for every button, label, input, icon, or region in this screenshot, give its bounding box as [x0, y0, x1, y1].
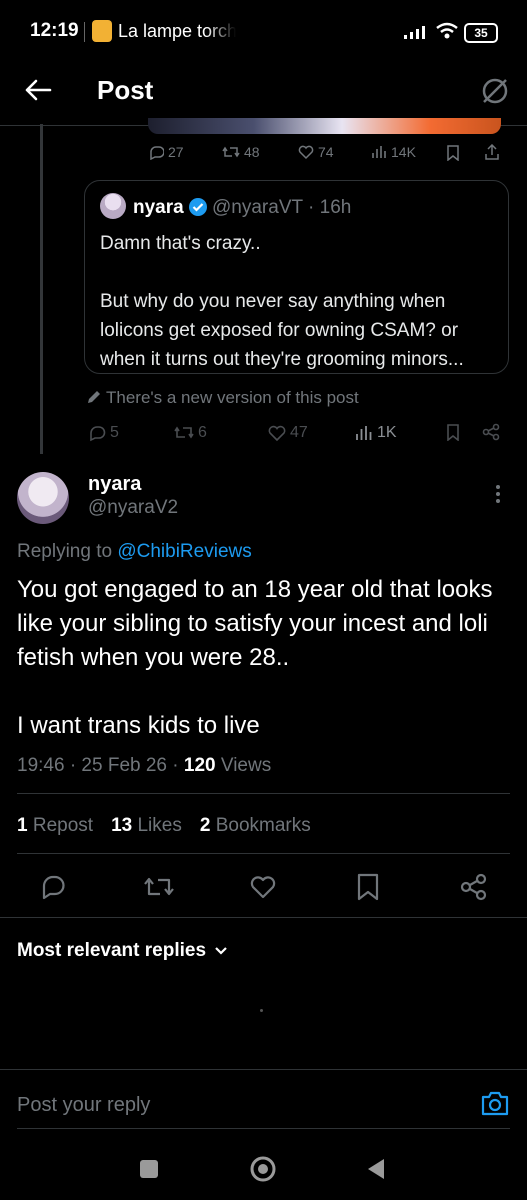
more-options-icon[interactable]: [494, 484, 502, 504]
quoted-reply-count: 5: [110, 424, 119, 441]
verified-badge-icon: [189, 198, 207, 216]
heart-icon: [268, 425, 286, 442]
divider: [17, 1128, 510, 1129]
divider: [0, 1069, 527, 1070]
quoted-repost-count: 6: [198, 424, 207, 441]
like-icon[interactable]: [249, 873, 277, 901]
back-arrow-icon[interactable]: [24, 78, 52, 102]
share-icon[interactable]: [484, 144, 500, 160]
parent-post-image[interactable]: [148, 118, 501, 134]
bookmark-icon[interactable]: [356, 873, 380, 901]
quoted-handle-time: @nyaraVT · 16h: [212, 197, 352, 218]
thread-line: [40, 124, 43, 454]
reply-icon: [90, 426, 106, 442]
post-views-label: Views: [215, 755, 272, 776]
edit-pencil-icon: [88, 391, 100, 403]
status-time: 12:19: [30, 20, 79, 41]
quoted-author-name[interactable]: nyara: [133, 197, 184, 219]
quoted-post-text: Damn that's crazy.. But why do you never…: [100, 233, 464, 370]
signal-icon: [404, 26, 425, 39]
page-title: Post: [97, 75, 154, 105]
quoted-reply-stat[interactable]: 5: [88, 424, 119, 442]
loading-indicator: [260, 1009, 263, 1012]
divider: [17, 853, 510, 854]
repost-icon: [222, 146, 240, 158]
parent-repost-stat[interactable]: 48: [222, 144, 260, 160]
wifi-icon: [436, 22, 458, 39]
share-icon[interactable]: [460, 873, 488, 901]
divider: [0, 917, 527, 918]
likes-count: 13: [111, 815, 133, 836]
camera-icon[interactable]: [481, 1090, 509, 1116]
replies-sort-label: Most relevant replies: [17, 940, 207, 961]
post-views-count: 120: [183, 755, 216, 776]
status-app-title: La lampe torche: [118, 21, 236, 41]
reply-icon[interactable]: [40, 873, 68, 901]
quoted-avatar[interactable]: [100, 193, 126, 219]
parent-reply-count: 27: [168, 144, 184, 160]
engagement-counts: 1 Repost 13 Likes 2 Bookmarks: [17, 815, 311, 837]
bookmark-icon[interactable]: [446, 424, 460, 441]
post-meta: 19:46 · 25 Feb 26 · 120 Views: [17, 755, 271, 777]
parent-repost-count: 48: [244, 144, 260, 160]
parent-views-count: 14K: [391, 144, 416, 160]
likes-count-link[interactable]: 13 Likes: [111, 815, 182, 837]
recents-button[interactable]: [140, 1160, 158, 1178]
home-button[interactable]: [249, 1155, 277, 1183]
grok-icon[interactable]: [480, 76, 510, 106]
status-separator: [84, 22, 85, 42]
share-icon[interactable]: [482, 423, 500, 441]
repost-icon: [174, 426, 194, 439]
reply-icon: [150, 146, 164, 160]
quoted-views-stat[interactable]: 1K: [355, 424, 397, 442]
reposts-count-link[interactable]: 1 Repost: [17, 815, 93, 837]
author-handle[interactable]: @nyaraV2: [88, 497, 178, 519]
reposts-count: 1: [17, 815, 28, 836]
flashlight-app-icon: [92, 20, 112, 42]
bookmarks-count: 2: [199, 815, 211, 836]
parent-like-stat[interactable]: 74: [298, 144, 334, 160]
bookmark-icon[interactable]: [446, 145, 460, 161]
views-icon: [372, 146, 386, 158]
status-bar: 12:19 La lampe torche 35: [0, 0, 527, 64]
repost-icon[interactable]: [144, 873, 174, 901]
author-avatar[interactable]: [17, 472, 69, 524]
replying-to: Replying to @ChibiReviews: [17, 541, 252, 563]
new-version-notice[interactable]: There's a new version of this post: [106, 388, 359, 408]
bookmarks-count-link[interactable]: 2 Bookmarks: [200, 815, 311, 837]
quoted-views-count: 1K: [377, 424, 397, 441]
replying-to-handle[interactable]: @ChibiReviews: [117, 541, 251, 562]
back-button[interactable]: [366, 1158, 386, 1180]
post-text: You got engaged to an 18 year old that l…: [17, 576, 493, 739]
replies-sort-dropdown[interactable]: Most relevant replies: [17, 940, 228, 962]
quoted-like-count: 47: [290, 424, 308, 441]
replying-to-prefix: Replying to: [17, 541, 118, 562]
reposts-label: Repost: [27, 815, 94, 836]
battery-indicator: 35: [464, 23, 498, 43]
divider: [17, 793, 510, 794]
views-icon: [356, 426, 372, 440]
likes-label: Likes: [132, 815, 182, 836]
chevron-down-icon: [215, 947, 227, 955]
parent-reply-stat[interactable]: 27: [148, 144, 184, 160]
parent-like-count: 74: [318, 144, 334, 160]
heart-icon: [298, 145, 314, 160]
quoted-like-stat[interactable]: 47: [268, 424, 308, 442]
author-name[interactable]: nyara: [88, 473, 141, 496]
reply-input[interactable]: Post your reply: [17, 1094, 150, 1117]
parent-views-stat[interactable]: 14K: [371, 144, 416, 160]
quoted-repost-stat[interactable]: 6: [174, 424, 207, 442]
post-timestamp[interactable]: 19:46 · 25 Feb 26 ·: [17, 755, 184, 776]
bookmarks-label: Bookmarks: [210, 815, 311, 836]
